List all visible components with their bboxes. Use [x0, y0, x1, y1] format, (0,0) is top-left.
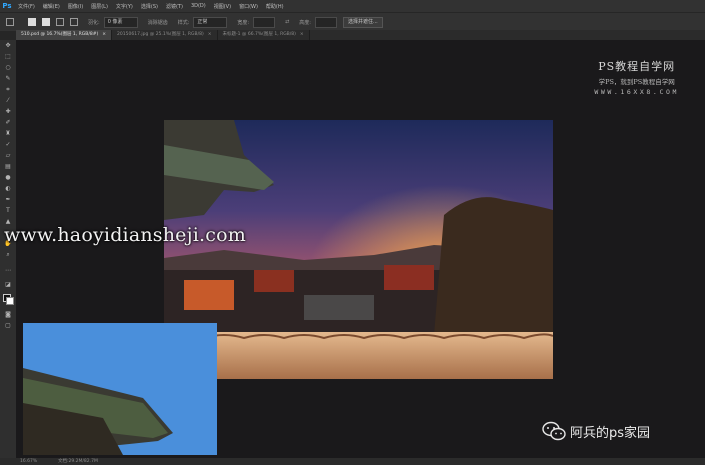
type-tool-icon[interactable]: T [4, 208, 12, 214]
width-label: 宽度: [237, 19, 250, 26]
marquee-tool-icon[interactable]: ⬚ [4, 54, 12, 60]
eyedropper-tool-icon[interactable]: ⁄ [4, 98, 12, 104]
document-size[interactable]: 文档:29.2M/82.7M [58, 458, 98, 465]
menu-file[interactable]: 文件(F) [14, 3, 39, 10]
menu-3d[interactable]: 3D(D) [187, 3, 210, 9]
background-color-swatch[interactable] [6, 297, 14, 305]
quick-select-tool-icon[interactable]: ✎ [4, 76, 12, 82]
watermark-center-url: www.haoyidiansheji.com [4, 224, 246, 246]
eraser-tool-icon[interactable]: ▱ [4, 153, 12, 159]
watermark-url: WWW.16XX8.COM [594, 88, 679, 96]
subtract-from-selection-icon[interactable] [56, 18, 64, 26]
menu-edit[interactable]: 编辑(E) [39, 3, 64, 10]
tab-untitled-1[interactable]: 未标题-1 @ 66.7%(图层 1, RGB/8) × [218, 30, 310, 40]
menu-window[interactable]: 窗口(W) [235, 3, 262, 10]
tools-panel: ✥ ⬚ ○ ✎ ⌗ ⁄ ✚ ✐ ♜ ✓ ▱ ▤ ● ◐ ✒ T ▲ ▭ ✋ ⌕ … [0, 40, 16, 465]
intersect-selection-icon[interactable] [70, 18, 78, 26]
menu-view[interactable]: 视图(V) [210, 3, 235, 10]
watermark-subtitle: 学PS，就到PS教程自学网 [598, 78, 675, 86]
style-label: 样式: [177, 19, 190, 26]
watermark-brand-text: 阿兵的ps家园 [570, 425, 651, 441]
menu-help[interactable]: 帮助(H) [262, 3, 288, 10]
zoom-level[interactable]: 16.67% [20, 458, 37, 465]
lasso-tool-icon[interactable]: ○ [4, 65, 12, 71]
width-input[interactable] [253, 16, 276, 28]
menu-layer[interactable]: 图层(L) [87, 3, 112, 10]
pen-tool-icon[interactable]: ✒ [4, 197, 12, 203]
tab-510-psd[interactable]: 510.psd @ 16.7%(图层 1, RGB/8#) × [16, 30, 113, 40]
brush-tool-icon[interactable]: ✐ [4, 120, 12, 126]
clone-stamp-tool-icon[interactable]: ♜ [4, 131, 12, 137]
default-colors-icon[interactable]: ◪ [4, 282, 12, 288]
screen-mode-icon[interactable]: ▢ [4, 323, 12, 329]
composite-image-main[interactable] [164, 120, 553, 379]
document-tabs: 510.psd @ 16.7%(图层 1, RGB/8#) × 20150617.… [16, 30, 705, 40]
menu-image[interactable]: 图像(I) [64, 3, 87, 10]
tab-20150617-jpg[interactable]: 20150617.jpg @ 25.1%(图层 1, RGB/8) × [112, 30, 218, 40]
height-input[interactable] [314, 16, 337, 28]
menu-select[interactable]: 选择(S) [137, 3, 162, 10]
healing-brush-tool-icon[interactable]: ✚ [4, 109, 12, 115]
antialias-checkbox[interactable]: 消除锯齿 [148, 19, 168, 26]
zoom-tool-icon[interactable]: ⌕ [4, 252, 12, 258]
feather-label: 羽化: [88, 19, 100, 26]
close-icon[interactable]: × [208, 32, 212, 37]
tab-label: 510.psd @ 16.7%(图层 1, RGB/8#) [21, 32, 99, 37]
new-selection-icon[interactable] [28, 18, 36, 26]
tab-label: 20150617.jpg @ 25.1%(图层 1, RGB/8) [117, 32, 204, 37]
close-icon[interactable]: × [300, 32, 304, 37]
add-to-selection-icon[interactable] [42, 18, 50, 26]
watermark-brand: 阿兵的ps家园 [542, 421, 650, 441]
swap-icon[interactable]: ⇄ [285, 19, 289, 25]
photoshop-logo[interactable]: Ps [0, 0, 14, 12]
watermark-title: PS教程自学网 [598, 60, 676, 73]
roof-photo-graphic [23, 323, 217, 455]
blur-tool-icon[interactable]: ● [4, 175, 12, 181]
reference-image-roof[interactable] [23, 323, 217, 455]
quick-mask-icon[interactable]: ◙ [4, 312, 12, 318]
crop-tool-icon[interactable]: ⌗ [4, 87, 12, 93]
menu-filter[interactable]: 滤镜(T) [162, 3, 187, 10]
marquee-tool-preset-icon[interactable] [6, 18, 14, 26]
history-brush-tool-icon[interactable]: ✓ [4, 142, 12, 148]
menu-bar: Ps 文件(F) 编辑(E) 图像(I) 图层(L) 文字(Y) 选择(S) 滤… [0, 0, 705, 12]
style-select[interactable]: 正常 [193, 16, 228, 28]
composite-image-graphic [164, 120, 553, 379]
more-tools-icon[interactable]: ⋯ [4, 268, 12, 274]
close-icon[interactable]: × [102, 32, 106, 37]
feather-input[interactable]: 0 像素 [103, 16, 138, 28]
gradient-tool-icon[interactable]: ▤ [4, 164, 12, 170]
select-and-mask-button[interactable]: 选择并遮住... [342, 16, 383, 28]
options-bar: 羽化: 0 像素 消除锯齿 样式: 正常 宽度: ⇄ 高度: 选择并遮住... [0, 12, 705, 31]
menu-type[interactable]: 文字(Y) [112, 3, 137, 10]
status-bar: 16.67% 文档:29.2M/82.7M [0, 458, 705, 465]
move-tool-icon[interactable]: ✥ [4, 43, 12, 49]
dodge-tool-icon[interactable]: ◐ [4, 186, 12, 192]
wechat-icon [542, 421, 566, 441]
watermark-top-right: PS教程自学网 学PS，就到PS教程自学网 WWW.16XX8.COM [594, 58, 679, 96]
height-label: 高度: [299, 19, 311, 26]
tab-label: 未标题-1 @ 66.7%(图层 1, RGB/8) [222, 32, 296, 37]
